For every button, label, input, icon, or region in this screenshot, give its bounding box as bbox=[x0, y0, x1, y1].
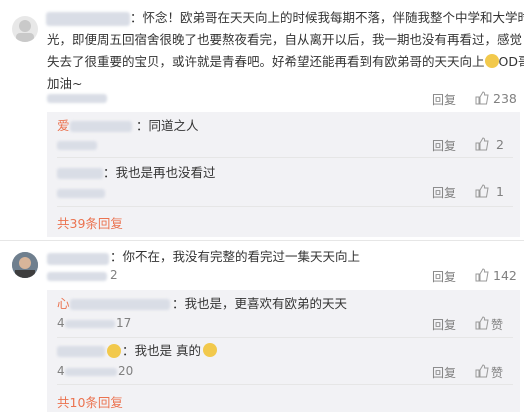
username[interactable]: 心 bbox=[57, 296, 70, 311]
timestamp-prefix: 4 bbox=[57, 364, 65, 378]
avatar-image-icon bbox=[16, 20, 34, 42]
comment-text: 光，即便周五回宿舍很晚了也要熬夜看完，自从离开以后，我一期也没有再看过，感觉 bbox=[47, 32, 523, 47]
thumbs-up-icon[interactable] bbox=[475, 268, 489, 282]
crying-face-icon bbox=[484, 54, 499, 68]
username[interactable]: 爱 bbox=[57, 118, 70, 133]
timestamp-suffix: 20 bbox=[118, 364, 134, 378]
thumbs-up-icon[interactable] bbox=[475, 316, 489, 330]
reply-button[interactable]: 回复 bbox=[432, 184, 456, 201]
crying-face-icon bbox=[107, 344, 121, 358]
username-redacted[interactable] bbox=[70, 121, 132, 132]
comment-text: 失去了很重要的宝贝，或许就是青春吧。好希望还能再看到有欧弟哥的天天向上 OD哥 bbox=[47, 52, 524, 72]
sub-reply-text-body: 同道之人 bbox=[148, 118, 199, 133]
timestamp-redacted bbox=[47, 94, 107, 103]
timestamp-redacted bbox=[57, 189, 105, 198]
reply-button[interactable]: 回复 bbox=[432, 137, 456, 154]
reply-button[interactable]: 回复 bbox=[432, 364, 456, 381]
like-count: 142 bbox=[493, 268, 517, 283]
timestamp-redacted bbox=[65, 368, 117, 376]
thumbs-up-icon[interactable] bbox=[475, 91, 489, 105]
comment-text: 加油~ bbox=[47, 76, 83, 91]
sub-reply-text: ：我也是再也没看过 bbox=[103, 165, 216, 180]
username-redacted[interactable] bbox=[57, 168, 103, 179]
divider bbox=[57, 157, 513, 158]
username-redacted[interactable] bbox=[57, 346, 105, 357]
username-redacted[interactable] bbox=[47, 253, 109, 265]
comment-divider bbox=[0, 240, 524, 241]
sub-reply: 心 bbox=[57, 294, 70, 314]
username-redacted[interactable] bbox=[70, 299, 170, 310]
like-count: 1 bbox=[496, 184, 504, 199]
timestamp-redacted bbox=[65, 320, 115, 328]
like-count: 238 bbox=[493, 91, 517, 106]
comment-text-segment: OD哥 bbox=[498, 54, 524, 69]
sub-reply-text: ：同道之人 bbox=[136, 118, 199, 133]
divider bbox=[57, 337, 513, 338]
sub-reply-text: ：我也是，更喜欢有欧弟的天天 bbox=[172, 296, 348, 311]
crying-face-icon bbox=[203, 343, 217, 357]
view-more-replies-link[interactable]: 共39条回复 bbox=[57, 213, 123, 232]
avatar[interactable] bbox=[12, 16, 38, 42]
thumbs-up-icon[interactable] bbox=[475, 364, 489, 378]
timestamp-prefix: 4 bbox=[57, 316, 65, 330]
avatar-image-icon bbox=[12, 252, 38, 278]
divider bbox=[57, 206, 513, 207]
sub-reply-text-body: 我也是 真的 bbox=[134, 343, 201, 358]
timestamp-suffix: 17 bbox=[116, 316, 132, 330]
timestamp-redacted bbox=[47, 272, 107, 281]
comment-text: ：怀念！欧弟哥在天天向上的时候我每期不落，伴随我整个中学和大学时 bbox=[130, 10, 524, 25]
timestamp-redacted bbox=[57, 141, 97, 150]
comment-text-segment: 失去了很重要的宝贝，或许就是青春吧。好希望还能再看到有欧弟哥的天天向上 bbox=[47, 54, 485, 69]
thumbs-up-icon[interactable] bbox=[475, 184, 489, 198]
reply-button[interactable]: 回复 bbox=[432, 268, 456, 285]
reply-button[interactable]: 回复 bbox=[432, 91, 456, 108]
timestamp-suffix: 2 bbox=[110, 268, 118, 282]
like-label[interactable]: 赞 bbox=[491, 316, 503, 333]
comment-text: ：你不在，我没有完整的看完过一集天天向上 bbox=[110, 249, 361, 264]
sub-reply-text: ：我也是 真的 bbox=[122, 341, 217, 361]
sub-reply: 爱 bbox=[57, 116, 70, 136]
like-count: 2 bbox=[496, 137, 504, 152]
divider bbox=[57, 384, 513, 385]
reply-button[interactable]: 回复 bbox=[432, 316, 456, 333]
avatar[interactable] bbox=[12, 252, 38, 278]
sub-reply-text-body: 我也是再也没看过 bbox=[115, 165, 216, 180]
view-more-replies-link[interactable]: 共10条回复 bbox=[57, 392, 123, 411]
like-label[interactable]: 赞 bbox=[491, 364, 503, 381]
username-redacted[interactable] bbox=[46, 12, 130, 26]
thumbs-up-icon[interactable] bbox=[475, 137, 489, 151]
